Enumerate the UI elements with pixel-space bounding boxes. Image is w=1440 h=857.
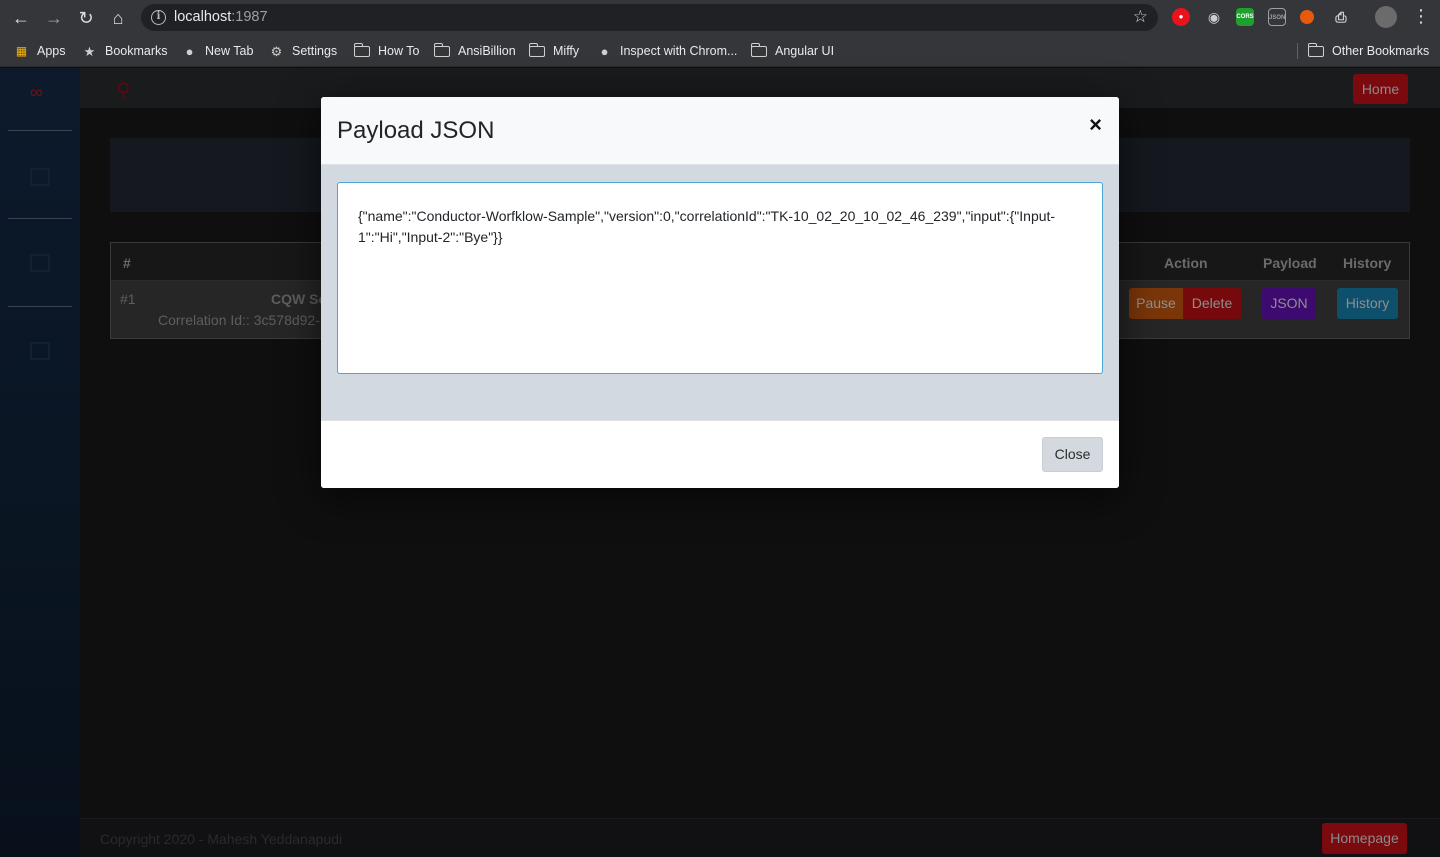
sidebar-item-3-icon[interactable] [30, 342, 50, 360]
gear-icon: ⚙ [270, 43, 283, 59]
apps-grid-icon: ▦ [15, 43, 28, 58]
extension-red-icon[interactable]: ● [1172, 8, 1190, 26]
star-icon: ★ [83, 43, 96, 59]
browser-menu-icon[interactable]: ⋮ [1412, 6, 1430, 27]
history-button[interactable]: History [1337, 288, 1398, 319]
browser-toolbar: ← → ↻ ⌂ i localhost:1987 ☆ ● ◉ CORS JSON… [0, 0, 1440, 35]
sidebar-divider [8, 218, 72, 219]
bookmark-star-icon[interactable]: ☆ [1133, 7, 1148, 27]
delete-button[interactable]: Delete [1183, 288, 1241, 319]
globe-icon: ● [600, 43, 609, 59]
modal-body: {"name":"Conductor-Worfklow-Sample","ver… [321, 165, 1119, 420]
bookmarks-bar: ▦ Apps ★ Bookmarks ● New Tab ⚙ Settings How … [0, 35, 1440, 67]
modal-title: Payload JSON [337, 117, 495, 144]
workflow-name: CQW Sc [271, 291, 327, 307]
conductor-logo-icon[interactable]: ∞ [30, 82, 43, 103]
modal-header: Payload JSON × [321, 97, 1119, 165]
forward-arrow-icon[interactable]: → [43, 7, 65, 29]
url-text: localhost:1987 [174, 9, 268, 25]
row-number: #1 [120, 291, 136, 307]
reload-icon[interactable]: ↻ [75, 7, 97, 29]
correlation-id: Correlation Id:: 3c578d92- [158, 312, 320, 328]
bookmark-other[interactable]: Other Bookmarks [1307, 42, 1429, 59]
close-icon[interactable]: × [1089, 114, 1102, 136]
column-header-number: # [123, 255, 131, 271]
folder-icon [433, 42, 450, 57]
cors-extension-icon[interactable]: CORS [1236, 8, 1254, 26]
folder-icon [528, 42, 545, 57]
homepage-button[interactable]: Homepage [1322, 823, 1407, 854]
json-extension-icon[interactable]: JSON [1268, 8, 1286, 26]
address-bar[interactable]: i localhost:1987 ☆ [141, 4, 1158, 31]
json-payload-textarea[interactable]: {"name":"Conductor-Worfklow-Sample","ver… [337, 182, 1103, 374]
back-arrow-icon[interactable]: ← [10, 7, 32, 29]
extension-puzzle-icon[interactable]: ◉ [1205, 8, 1223, 26]
extension-orange-icon[interactable] [1300, 10, 1314, 24]
folder-icon [1307, 42, 1324, 57]
app-footer: Copyright 2020 - Mahesh Yeddanapudi [80, 818, 1440, 857]
home-icon[interactable]: ⌂ [107, 7, 129, 29]
bookmark-new-tab[interactable]: ● New Tab [182, 43, 254, 59]
sidebar: ∞ [0, 68, 80, 857]
search-icon[interactable]: ⚲ [116, 78, 131, 103]
home-button[interactable]: Home [1353, 74, 1408, 104]
bookmark-inspect[interactable]: ● Inspect with Chrom... [597, 43, 738, 59]
folder-icon [750, 42, 767, 57]
bookmark-angular-ui[interactable]: Angular UI [750, 42, 834, 59]
globe-icon: ● [185, 43, 194, 59]
copyright-text: Copyright 2020 - Mahesh Yeddanapudi [100, 831, 343, 847]
sidebar-divider [8, 306, 72, 307]
bookmark-settings[interactable]: ⚙ Settings [269, 43, 338, 59]
bookmarks-separator [1297, 43, 1298, 59]
sidebar-item-2-icon[interactable] [30, 254, 50, 272]
profile-avatar[interactable] [1375, 6, 1397, 28]
folder-icon [353, 42, 370, 57]
pause-button[interactable]: Pause [1129, 288, 1183, 319]
bookmark-miffy[interactable]: Miffy [528, 42, 579, 59]
modal-footer: Close [321, 420, 1119, 488]
column-header-history: History [1343, 255, 1392, 271]
column-header-payload: Payload [1263, 255, 1317, 271]
payload-json-modal: Payload JSON × {"name":"Conductor-Worfkl… [321, 97, 1119, 488]
bookmark-ansibillion[interactable]: AnsiBillion [433, 42, 516, 59]
extension-print-icon[interactable]: ⎙ [1332, 8, 1350, 26]
json-button[interactable]: JSON [1262, 288, 1316, 319]
bookmark-bookmarks[interactable]: ★ Bookmarks [82, 43, 168, 59]
column-header-action: Action [1164, 255, 1208, 271]
site-info-icon[interactable]: i [151, 10, 166, 25]
sidebar-item-1-icon[interactable] [30, 168, 50, 186]
sidebar-divider [8, 130, 72, 131]
bookmark-apps[interactable]: ▦ Apps [14, 43, 66, 59]
bookmark-how-to[interactable]: How To [353, 42, 419, 59]
close-button[interactable]: Close [1042, 437, 1103, 472]
